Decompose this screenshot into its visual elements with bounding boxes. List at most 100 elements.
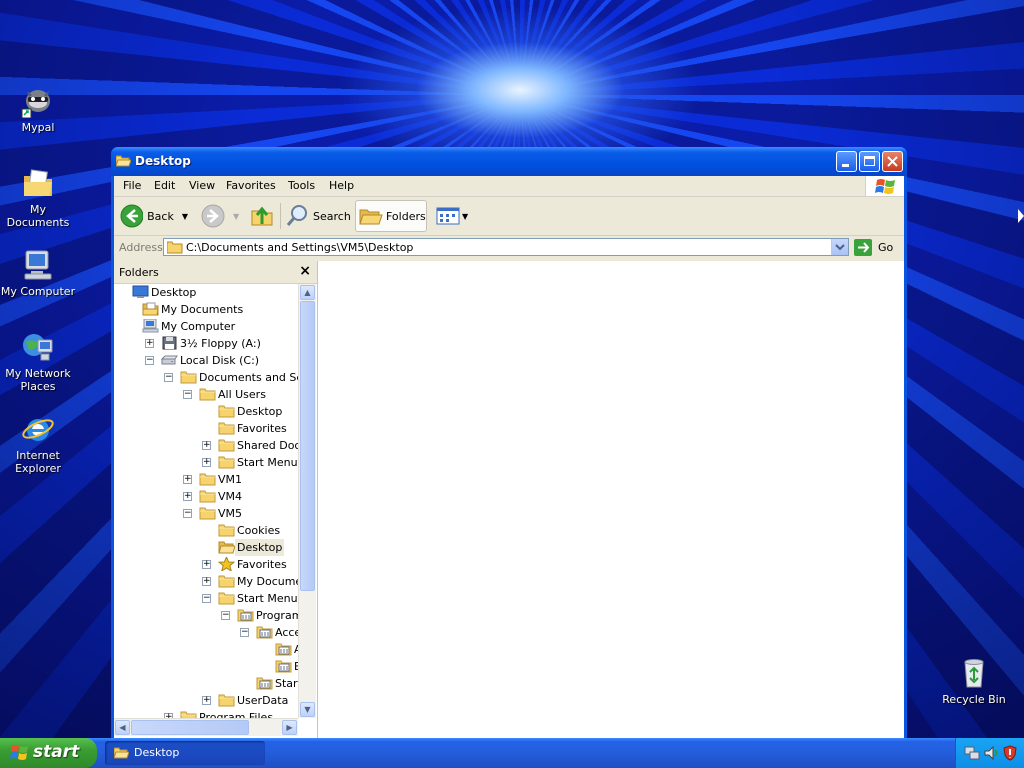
network-places-icon: [21, 330, 55, 364]
back-label: Back: [147, 209, 174, 223]
expand-icon[interactable]: +: [202, 560, 211, 569]
back-dropdown-icon[interactable]: ▼: [182, 212, 188, 221]
expand-icon[interactable]: +: [145, 339, 154, 348]
folder-open-icon: [115, 154, 132, 170]
collapse-icon[interactable]: −: [183, 390, 192, 399]
folder-icon: [199, 472, 216, 486]
horizontal-scrollbar[interactable]: ◀ ▶: [114, 718, 298, 736]
desktop-icon-my-computer[interactable]: My Computer: [0, 248, 76, 298]
search-button[interactable]: Search: [285, 200, 353, 232]
menu-file[interactable]: File: [123, 179, 141, 192]
scroll-right-button[interactable]: ▶: [282, 720, 297, 735]
back-arrow-icon: [120, 204, 144, 228]
collapse-icon[interactable]: −: [221, 611, 230, 620]
address-bar: Address C:\Documents and Settings\VM5\De…: [114, 236, 904, 260]
toolbar-separator: [280, 203, 281, 229]
maximize-icon: [864, 156, 875, 166]
scroll-up-button[interactable]: ▲: [300, 285, 315, 300]
address-field[interactable]: C:\Documents and Settings\VM5\Desktop: [163, 238, 849, 256]
menu-view[interactable]: View: [189, 179, 215, 192]
menu-edit[interactable]: Edit: [154, 179, 175, 192]
go-arrow-icon: [854, 239, 872, 256]
volume-tray-icon[interactable]: [983, 745, 999, 761]
expand-icon[interactable]: +: [202, 458, 211, 467]
folder-icon: [218, 404, 235, 418]
folder-icon: [218, 421, 235, 435]
expand-icon[interactable]: +: [202, 441, 211, 450]
folder-icon: [218, 574, 235, 588]
scroll-down-button[interactable]: ▼: [300, 702, 315, 717]
tree-item-label: Desktop: [237, 405, 283, 418]
desktop-icon-recycle-bin[interactable]: Recycle Bin: [936, 656, 1012, 706]
tree-item-label: Startup: [275, 677, 298, 690]
programs-icon: [275, 642, 292, 656]
toolbar: Back ▼ ▼ Search Folders ▼: [114, 197, 904, 236]
tree-item-label: Favorites: [237, 422, 287, 435]
desktop-icon-mypal[interactable]: Mypal: [0, 84, 76, 134]
menu-tools[interactable]: Tools: [288, 179, 315, 192]
up-folder-icon: [251, 206, 273, 226]
expand-icon[interactable]: +: [202, 696, 211, 705]
folder-icon: [218, 693, 235, 707]
tree-item-label: Start Menu: [237, 592, 298, 605]
folder-icon: [218, 591, 235, 605]
desktop-icon-my-documents[interactable]: My Documents: [0, 166, 76, 229]
computer-icon: [142, 318, 159, 333]
collapse-icon[interactable]: −: [145, 356, 154, 365]
search-icon: [286, 205, 307, 226]
desktop-icon-label: My Network Places: [5, 367, 71, 393]
back-button[interactable]: Back ▼: [120, 200, 188, 232]
go-label: Go: [878, 241, 894, 254]
my-computer-icon: [21, 248, 55, 282]
address-dropdown-button[interactable]: [831, 239, 848, 255]
taskbar-item-desktop[interactable]: Desktop: [105, 741, 265, 765]
folder-icon: [199, 506, 216, 520]
tree-item-label: Favorites: [237, 558, 287, 571]
mypal-raccoon-icon: [21, 84, 55, 119]
scroll-thumb[interactable]: [300, 301, 315, 591]
desktop-icon-label: Internet Explorer: [15, 449, 61, 475]
programs-icon: [275, 659, 292, 673]
close-button[interactable]: [882, 151, 903, 172]
tree-item-label: My Computer: [161, 320, 236, 333]
start-button[interactable]: start: [0, 738, 97, 768]
network-tray-icon[interactable]: [964, 745, 980, 761]
folder-contents-view[interactable]: [318, 261, 904, 740]
desktop-icon-internet-explorer[interactable]: Internet Explorer: [0, 412, 76, 475]
close-pane-icon[interactable]: ×: [299, 263, 311, 279]
windows-logo: [865, 176, 904, 196]
views-dropdown-icon: ▼: [462, 211, 469, 221]
windows-flag-icon: [10, 745, 28, 760]
forward-button[interactable]: ▼: [201, 200, 241, 232]
maximize-button[interactable]: [859, 151, 880, 172]
star-icon: [217, 555, 236, 573]
folders-button[interactable]: Folders: [355, 200, 427, 232]
tree-item-label: Shared Documents: [237, 439, 298, 452]
address-label: Address: [119, 241, 163, 254]
menu-favorites[interactable]: Favorites: [226, 179, 276, 192]
expand-icon[interactable]: +: [202, 577, 211, 586]
collapse-icon[interactable]: −: [164, 373, 173, 382]
collapse-icon[interactable]: −: [240, 628, 249, 637]
go-button[interactable]: Go: [854, 238, 902, 257]
collapse-icon[interactable]: −: [202, 594, 211, 603]
expand-icon[interactable]: +: [183, 475, 192, 484]
title-bar[interactable]: Desktop: [111, 147, 907, 176]
desktop-icon-network-places[interactable]: My Network Places: [0, 330, 76, 393]
programs-icon: [256, 625, 273, 639]
programs-icon: [256, 676, 273, 690]
scroll-left-button[interactable]: ◀: [115, 720, 130, 735]
minimize-button[interactable]: [836, 151, 857, 172]
up-folder-button[interactable]: [250, 200, 276, 232]
forward-dropdown-icon[interactable]: ▼: [233, 212, 239, 221]
folder-icon: [180, 370, 197, 384]
collapse-icon[interactable]: −: [183, 509, 192, 518]
vertical-scrollbar[interactable]: ▲ ▼: [298, 284, 316, 718]
views-button[interactable]: ▼: [436, 200, 472, 232]
h-scroll-thumb[interactable]: [131, 720, 249, 735]
expand-icon[interactable]: +: [183, 492, 192, 501]
menu-help[interactable]: Help: [329, 179, 354, 192]
my-documents-icon: [21, 166, 55, 200]
security-shield-icon[interactable]: [1002, 745, 1018, 761]
internet-explorer-icon: [21, 412, 55, 446]
